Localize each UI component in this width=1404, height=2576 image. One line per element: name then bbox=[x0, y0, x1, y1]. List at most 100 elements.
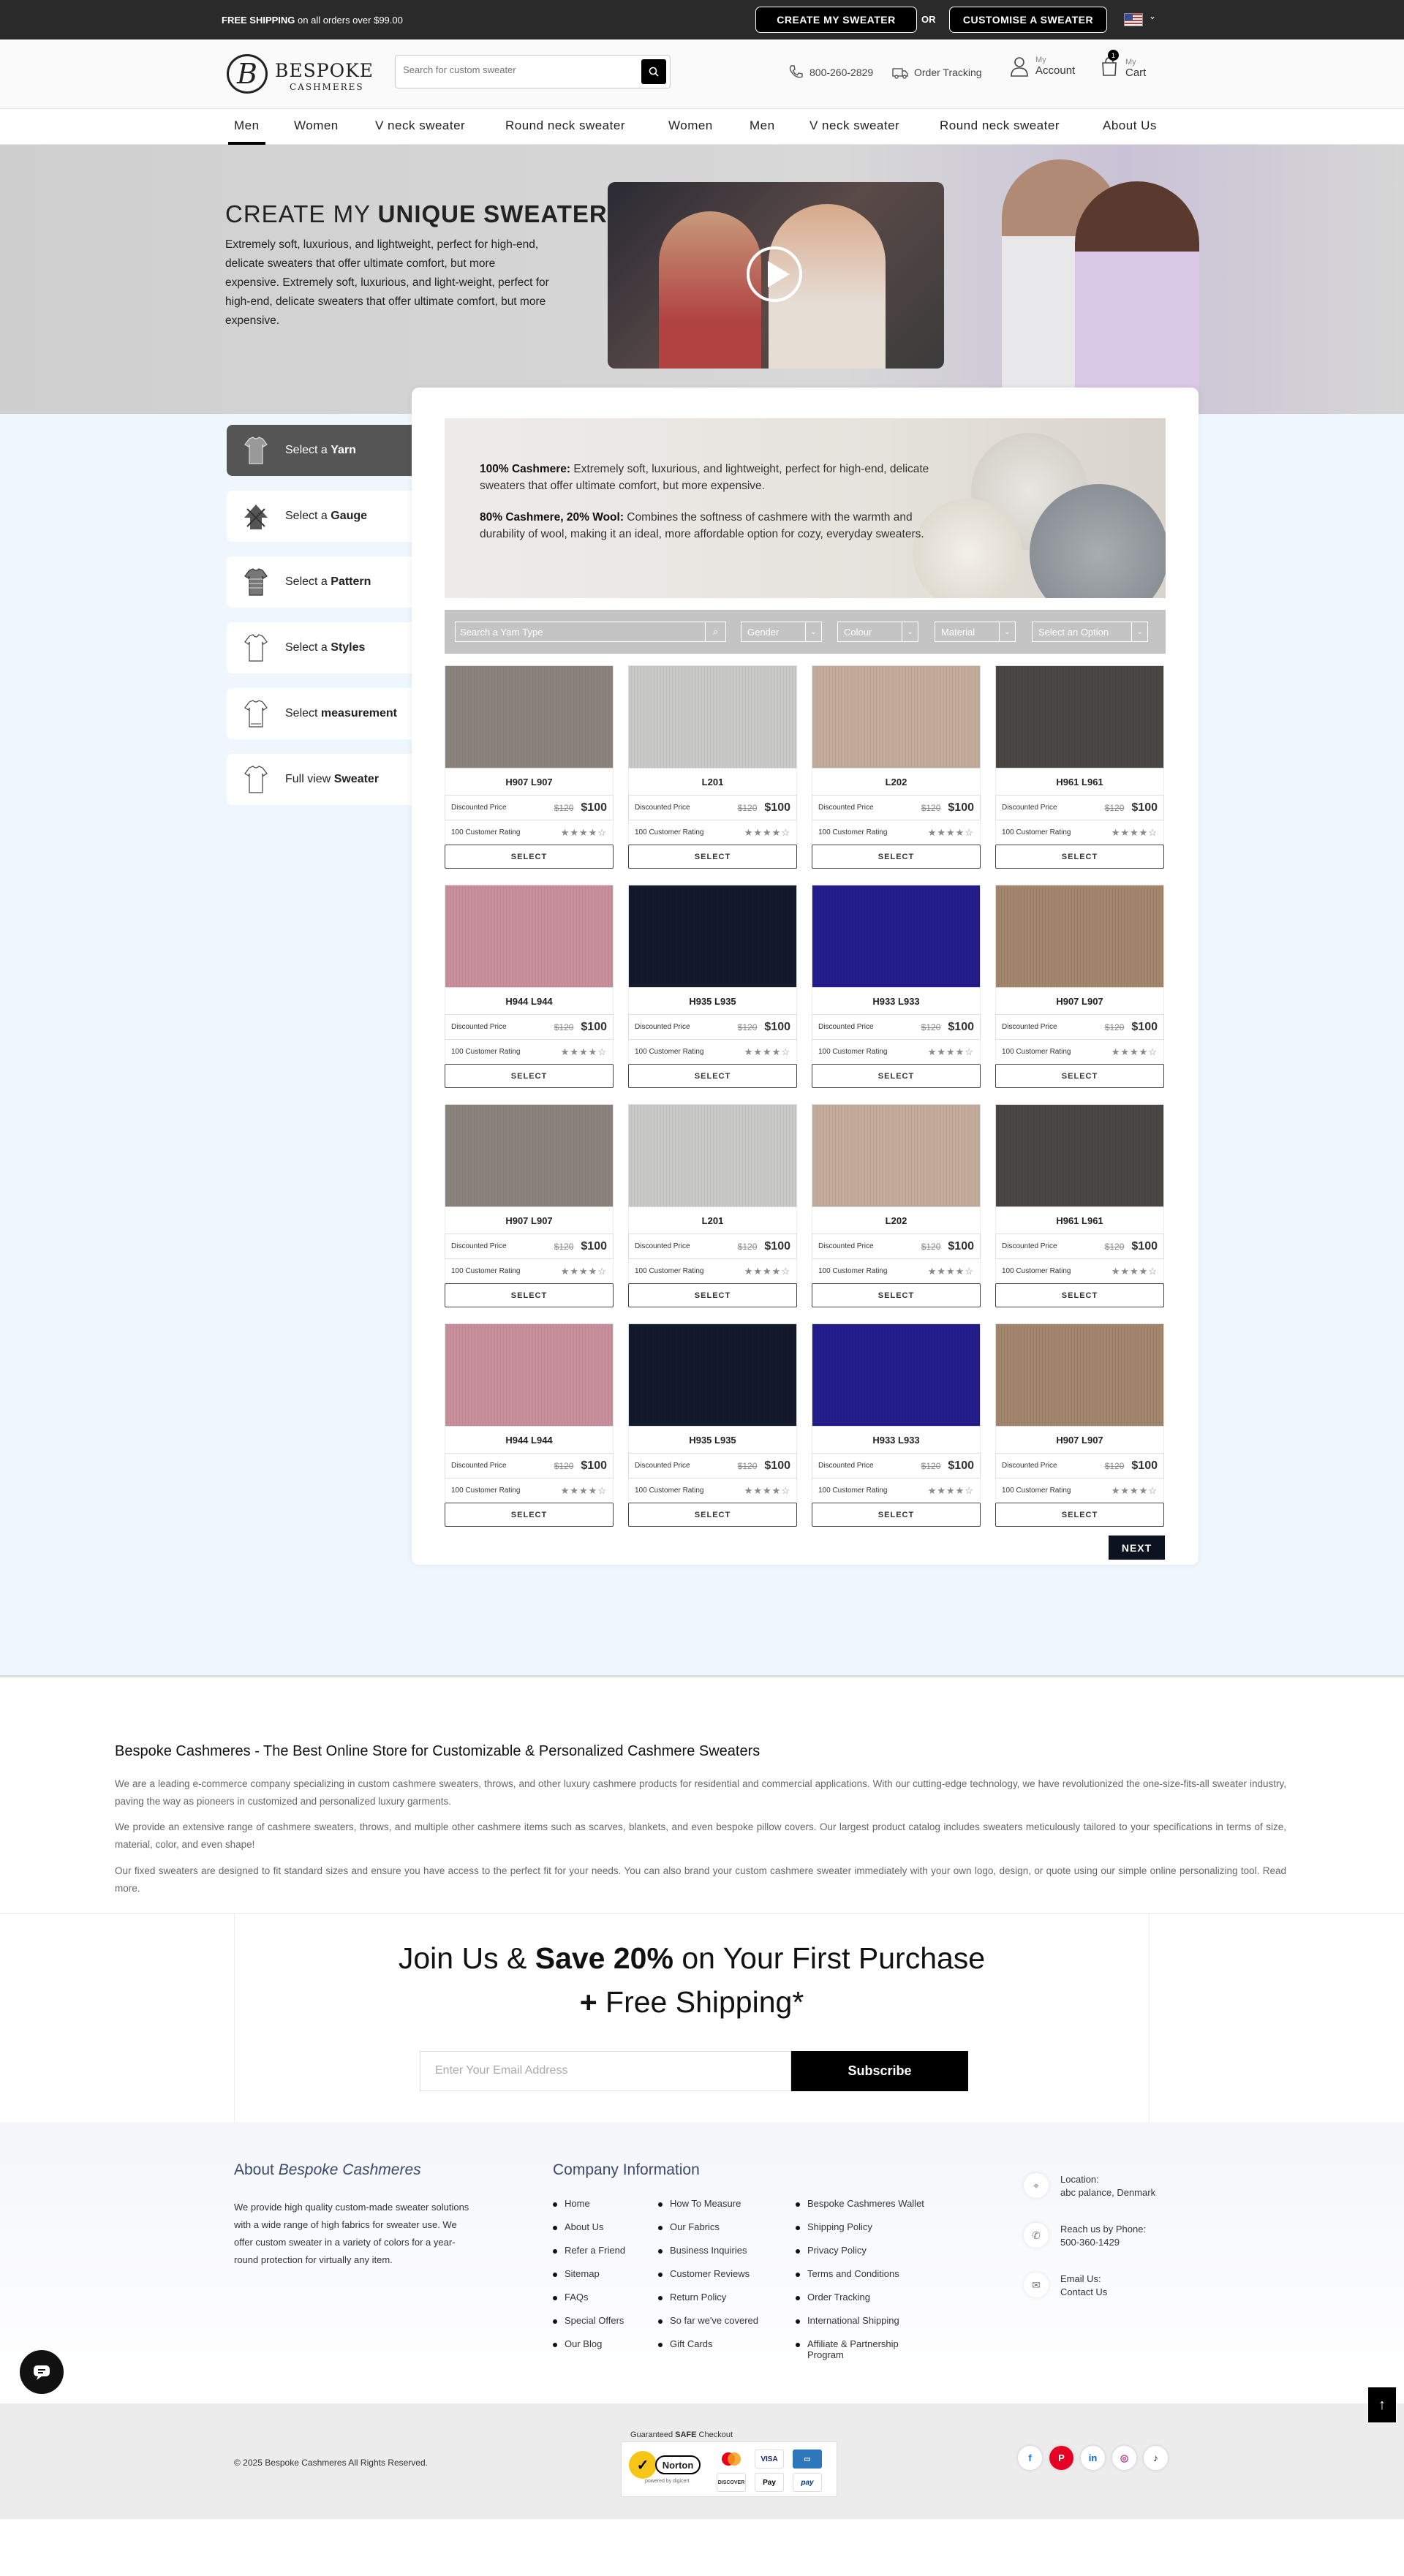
colour-select[interactable]: Colour ⌄ bbox=[837, 622, 918, 642]
footer-link[interactable]: Terms and Conditions bbox=[796, 2268, 935, 2292]
step-pattern[interactable]: Select a Pattern bbox=[227, 556, 412, 608]
select-yarn-button[interactable]: SELECT bbox=[812, 1064, 981, 1088]
yarn-swatch-image[interactable] bbox=[995, 1323, 1164, 1427]
select-yarn-button[interactable]: SELECT bbox=[812, 1503, 981, 1527]
select-yarn-button[interactable]: SELECT bbox=[628, 845, 797, 869]
contact-email[interactable]: ✉ Email Us: Contact Us bbox=[1024, 2273, 1107, 2299]
play-icon[interactable] bbox=[747, 246, 802, 302]
select-yarn-button[interactable]: SELECT bbox=[628, 1503, 797, 1527]
yarn-product-card[interactable]: H933 L933 Discounted Price $120 $100 100 Cus… bbox=[812, 1323, 981, 1529]
step-gauge[interactable]: Select a Gauge bbox=[227, 491, 412, 542]
footer-link[interactable]: Business Inquiries bbox=[658, 2245, 758, 2268]
footer-link[interactable]: International Shipping bbox=[796, 2315, 935, 2338]
footer-link[interactable]: Privacy Policy bbox=[796, 2245, 935, 2268]
step-styles[interactable]: Select a Styles bbox=[227, 622, 412, 673]
pinterest-icon[interactable]: P bbox=[1049, 2446, 1073, 2470]
next-button[interactable]: NEXT bbox=[1109, 1536, 1165, 1560]
back-to-top-button[interactable]: ↑ bbox=[1367, 2387, 1397, 2423]
footer-link[interactable]: Shipping Policy bbox=[796, 2221, 935, 2245]
footer-link[interactable]: Sitemap bbox=[553, 2268, 625, 2292]
chat-widget-button[interactable] bbox=[20, 2350, 64, 2394]
gender-select[interactable]: Gender ⌄ bbox=[741, 622, 822, 642]
nav-item-v-neck[interactable]: V neck sweater bbox=[375, 118, 465, 133]
option-select[interactable]: Select an Option ⌄ bbox=[1032, 622, 1148, 642]
contact-phone[interactable]: ✆ Reach us by Phone: 500-360-1429 bbox=[1024, 2223, 1146, 2249]
step-yarn[interactable]: Select a Yarn bbox=[227, 425, 412, 476]
tiktok-icon[interactable]: ♪ bbox=[1144, 2446, 1168, 2470]
yarn-product-card[interactable]: H961 L961 Discounted Price $120 $100 100 Cus… bbox=[995, 1104, 1164, 1310]
footer-link[interactable]: How To Measure bbox=[658, 2198, 758, 2221]
yarn-swatch-image[interactable] bbox=[445, 1323, 614, 1427]
yarn-product-card[interactable]: H935 L935 Discounted Price $120 $100 100 Cus… bbox=[628, 885, 797, 1090]
select-yarn-button[interactable]: SELECT bbox=[995, 1283, 1164, 1307]
yarn-swatch-image[interactable] bbox=[995, 885, 1164, 988]
step-measurement[interactable]: Select measurement bbox=[227, 688, 412, 739]
cart-link[interactable]: 1 My Cart bbox=[1099, 50, 1146, 81]
footer-link[interactable]: Our Fabrics bbox=[658, 2221, 758, 2245]
select-yarn-button[interactable]: SELECT bbox=[628, 1283, 797, 1307]
footer-link[interactable]: Order Tracking bbox=[796, 2292, 935, 2315]
order-tracking-link[interactable]: Order Tracking bbox=[891, 63, 982, 82]
nav-item-about-us[interactable]: About Us bbox=[1103, 118, 1157, 133]
yarn-product-card[interactable]: L201 Discounted Price $120 $100 100 Customer… bbox=[628, 665, 797, 871]
nav-item-women[interactable]: Women bbox=[294, 118, 339, 133]
nav-item-round-neck[interactable]: Round neck sweater bbox=[505, 118, 625, 133]
yarn-swatch-image[interactable] bbox=[812, 885, 981, 988]
yarn-swatch-image[interactable] bbox=[812, 665, 981, 768]
yarn-type-search-input[interactable]: Search a Yarn Type ⌕ bbox=[455, 622, 726, 642]
us-flag-icon[interactable] bbox=[1124, 13, 1143, 26]
yarn-swatch-image[interactable] bbox=[995, 665, 1164, 768]
chevron-down-icon[interactable]: ⌄ bbox=[1149, 11, 1156, 21]
yarn-swatch-image[interactable] bbox=[628, 1323, 797, 1427]
facebook-icon[interactable]: f bbox=[1018, 2446, 1042, 2470]
footer-link[interactable]: Refer a Friend bbox=[553, 2245, 625, 2268]
yarn-swatch-image[interactable] bbox=[628, 665, 797, 768]
footer-link[interactable]: Affiliate & Partnership Program bbox=[796, 2338, 935, 2362]
search-input[interactable] bbox=[403, 64, 622, 75]
phone-link[interactable]: 800-260-2829 bbox=[786, 63, 873, 82]
footer-link[interactable]: Customer Reviews bbox=[658, 2268, 758, 2292]
hero-video[interactable] bbox=[608, 182, 944, 369]
yarn-swatch-image[interactable] bbox=[445, 1104, 614, 1207]
account-link[interactable]: My Account bbox=[1009, 56, 1075, 78]
nav-item-women-2[interactable]: Women bbox=[668, 118, 713, 133]
yarn-product-card[interactable]: H961 L961 Discounted Price $120 $100 100 Cus… bbox=[995, 665, 1164, 871]
yarn-swatch-image[interactable] bbox=[628, 885, 797, 988]
yarn-product-card[interactable]: L202 Discounted Price $120 $100 100 Customer… bbox=[812, 665, 981, 871]
select-yarn-button[interactable]: SELECT bbox=[812, 1283, 981, 1307]
yarn-swatch-image[interactable] bbox=[445, 665, 614, 768]
footer-link[interactable]: Gift Cards bbox=[658, 2338, 758, 2362]
yarn-swatch-image[interactable] bbox=[812, 1323, 981, 1427]
yarn-swatch-image[interactable] bbox=[995, 1104, 1164, 1207]
footer-link[interactable]: Special Offers bbox=[553, 2315, 625, 2338]
yarn-swatch-image[interactable] bbox=[628, 1104, 797, 1207]
yarn-product-card[interactable]: L201 Discounted Price $120 $100 100 Customer… bbox=[628, 1104, 797, 1310]
instagram-icon[interactable]: ◎ bbox=[1112, 2446, 1136, 2470]
yarn-product-card[interactable]: H944 L944 Discounted Price $120 $100 100 Cus… bbox=[445, 1323, 614, 1529]
footer-link[interactable]: FAQs bbox=[553, 2292, 625, 2315]
material-select[interactable]: Material ⌄ bbox=[935, 622, 1016, 642]
search-icon[interactable]: ⌕ bbox=[705, 622, 725, 641]
yarn-product-card[interactable]: H935 L935 Discounted Price $120 $100 100 Cus… bbox=[628, 1323, 797, 1529]
select-yarn-button[interactable]: SELECT bbox=[628, 1064, 797, 1088]
select-yarn-button[interactable]: SELECT bbox=[995, 845, 1164, 869]
footer-link[interactable]: Home bbox=[553, 2198, 625, 2221]
logo[interactable]: B BESPOKE CASHMERES bbox=[227, 53, 373, 97]
customise-sweater-button[interactable]: CUSTOMISE A SWEATER bbox=[949, 7, 1107, 33]
subscribe-button[interactable]: Subscribe bbox=[791, 2051, 968, 2091]
yarn-swatch-image[interactable] bbox=[445, 885, 614, 988]
yarn-product-card[interactable]: H907 L907 Discounted Price $120 $100 100 Cus… bbox=[445, 1104, 614, 1310]
select-yarn-button[interactable]: SELECT bbox=[445, 845, 614, 869]
search-button[interactable] bbox=[641, 59, 666, 84]
yarn-product-card[interactable]: H907 L907 Discounted Price $120 $100 100 Cus… bbox=[995, 885, 1164, 1090]
create-my-sweater-button[interactable]: CREATE MY SWEATER bbox=[755, 7, 917, 33]
footer-link[interactable]: About Us bbox=[553, 2221, 625, 2245]
step-full-view[interactable]: Full view Sweater bbox=[227, 754, 412, 805]
newsletter-email-input[interactable]: Enter Your Email Address bbox=[420, 2051, 791, 2091]
select-yarn-button[interactable]: SELECT bbox=[445, 1283, 614, 1307]
nav-item-v-neck-2[interactable]: V neck sweater bbox=[809, 118, 899, 133]
yarn-swatch-image[interactable] bbox=[812, 1104, 981, 1207]
yarn-product-card[interactable]: H907 L907 Discounted Price $120 $100 100 Cus… bbox=[445, 665, 614, 871]
yarn-product-card[interactable]: H933 L933 Discounted Price $120 $100 100 Cus… bbox=[812, 885, 981, 1090]
footer-link[interactable]: Our Blog bbox=[553, 2338, 625, 2362]
